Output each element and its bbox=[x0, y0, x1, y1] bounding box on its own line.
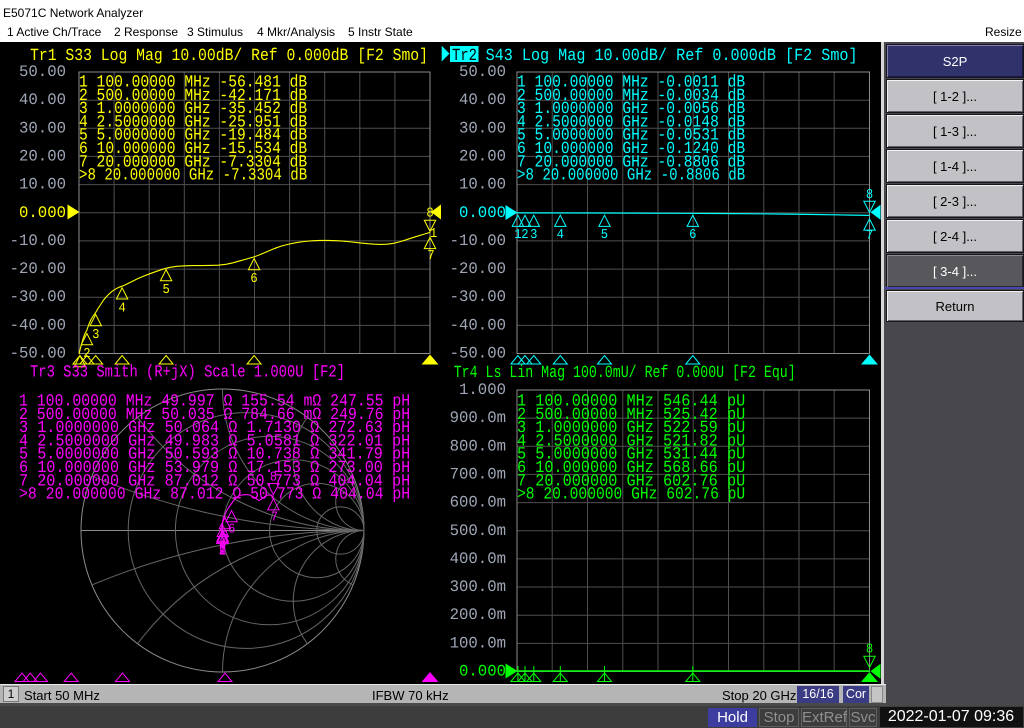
svg-text:100.0m: 100.0m bbox=[450, 634, 506, 652]
svg-text:30.00: 30.00 bbox=[19, 119, 66, 137]
svg-text:-30.00: -30.00 bbox=[450, 288, 506, 306]
svg-text:700.0m: 700.0m bbox=[450, 465, 506, 483]
svg-text:8: 8 bbox=[270, 471, 277, 486]
svg-text:Tr1 S33 Log Mag 10.00dB/ Ref 0: Tr1 S33 Log Mag 10.00dB/ Ref 0.000dB [F2… bbox=[30, 47, 428, 66]
svg-text:1.000: 1.000 bbox=[459, 381, 506, 399]
svg-text:4: 4 bbox=[118, 301, 125, 316]
svg-text:6: 6 bbox=[228, 523, 235, 538]
svg-text:4: 4 bbox=[557, 228, 564, 243]
svg-text:2: 2 bbox=[521, 228, 528, 243]
svg-text:3: 3 bbox=[92, 328, 99, 343]
svg-text:20.00: 20.00 bbox=[19, 147, 66, 165]
svg-text:7: 7 bbox=[427, 249, 434, 264]
svg-text:400.0m: 400.0m bbox=[450, 550, 506, 568]
svg-text:0.000: 0.000 bbox=[459, 204, 506, 222]
svg-text:-50.00: -50.00 bbox=[450, 345, 506, 363]
svg-text:5: 5 bbox=[162, 283, 169, 298]
svg-text:300.0m: 300.0m bbox=[450, 578, 506, 596]
svg-text:-30.00: -30.00 bbox=[10, 288, 66, 306]
svg-text:3: 3 bbox=[530, 228, 537, 243]
svg-text:Tr4 Ls Lin Mag 100.0mU/ Ref 0.: Tr4 Ls Lin Mag 100.0mU/ Ref 0.000U [F2 E… bbox=[454, 364, 796, 383]
svg-text:500.0m: 500.0m bbox=[450, 522, 506, 540]
svg-text:10.00: 10.00 bbox=[19, 176, 66, 194]
svg-text:>8 20.000000 GHz 87.012 Ω 50: >8 20.000000 GHz 87.012 Ω 50.773 Ω 404.0… bbox=[19, 486, 410, 505]
svg-text:-20.00: -20.00 bbox=[450, 260, 506, 278]
svg-text:20.00: 20.00 bbox=[459, 147, 506, 165]
svg-text:40.00: 40.00 bbox=[459, 91, 506, 109]
svg-text:>8 20.000000 GHz -7.3304 dB: >8 20.000000 GHz -7.3304 dB bbox=[79, 167, 307, 186]
svg-text:7: 7 bbox=[866, 229, 873, 244]
svg-text:-40.00: -40.00 bbox=[10, 316, 66, 334]
svg-text:8: 8 bbox=[866, 643, 873, 658]
svg-text:600.0m: 600.0m bbox=[450, 494, 506, 512]
svg-text:-20.00: -20.00 bbox=[10, 260, 66, 278]
svg-text:7: 7 bbox=[271, 511, 278, 526]
svg-text:800.0m: 800.0m bbox=[450, 437, 506, 455]
svg-text:900.0m: 900.0m bbox=[450, 409, 506, 427]
svg-text:-50.00: -50.00 bbox=[10, 345, 66, 363]
svg-text:-40.00: -40.00 bbox=[450, 316, 506, 334]
svg-text:S43 Log Mag 10.00dB/ Ref 0.000: S43 Log Mag 10.00dB/ Ref 0.000dB [F2 Smo… bbox=[486, 47, 858, 66]
svg-text:>8 20.000000 GHz 602.76 pU: >8 20.000000 GHz 602.76 pU bbox=[517, 486, 745, 505]
svg-text:2: 2 bbox=[83, 347, 90, 362]
svg-text:0.000: 0.000 bbox=[19, 204, 66, 222]
svg-text:30.00: 30.00 bbox=[459, 119, 506, 137]
svg-text:8: 8 bbox=[426, 206, 433, 221]
svg-text:Tr3 S33 Smith (R+jX) Scale 1.0: Tr3 S33 Smith (R+jX) Scale 1.000U [F2] bbox=[30, 364, 345, 383]
svg-text:1: 1 bbox=[430, 227, 437, 242]
svg-text:10.00: 10.00 bbox=[459, 176, 506, 194]
svg-text:6: 6 bbox=[689, 228, 696, 243]
svg-text:0.000: 0.000 bbox=[459, 663, 506, 681]
svg-text:200.0m: 200.0m bbox=[450, 606, 506, 624]
svg-text:Tr2: Tr2 bbox=[452, 47, 477, 66]
svg-text:40.00: 40.00 bbox=[19, 91, 66, 109]
svg-text:-10.00: -10.00 bbox=[450, 232, 506, 250]
svg-text:5: 5 bbox=[601, 228, 608, 243]
svg-text:-10.00: -10.00 bbox=[10, 232, 66, 250]
svg-text:>8 20.000000 GHz -0.8806 dB: >8 20.000000 GHz -0.8806 dB bbox=[517, 167, 745, 186]
svg-text:6: 6 bbox=[250, 272, 257, 287]
svg-text:8: 8 bbox=[866, 188, 873, 203]
